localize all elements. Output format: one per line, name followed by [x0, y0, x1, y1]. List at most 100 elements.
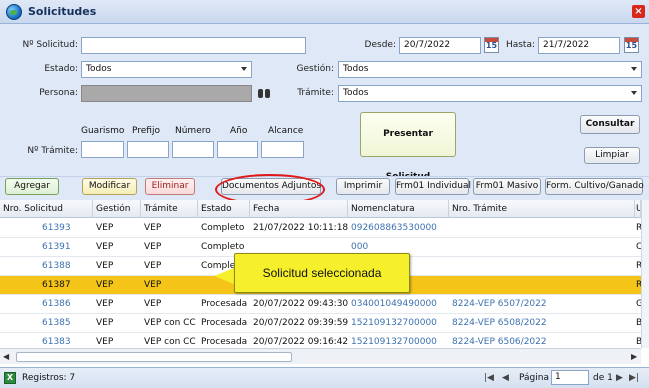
cell-nro-tramite: 8224-VEP 6507/2022	[452, 299, 547, 309]
imprimir-button[interactable]: Imprimir	[336, 178, 390, 195]
next-page-icon[interactable]: ▶	[616, 373, 623, 383]
col-header-nro-solicitud[interactable]: Nro. Solicitud	[0, 200, 93, 218]
cell-tramite: VEP	[144, 223, 162, 233]
agregar-button[interactable]: Agregar	[5, 178, 59, 195]
cell-tramite: VEP	[144, 299, 162, 309]
cell-nro-solicitud: 61391	[42, 242, 71, 252]
status-bar: X Registros: 7 |◀ ◀ Página 1 de 1 ▶ ▶|	[0, 367, 649, 388]
cell-fecha: 20/07/2022 09:43:30	[253, 299, 348, 309]
hasta-input[interactable]: 21/7/2022	[538, 37, 620, 54]
cell-tramite: VEP	[144, 242, 162, 252]
cell-tramite: VEP	[144, 280, 162, 290]
desde-label: Desde:	[364, 40, 396, 50]
nro-solicitud-label: Nº Solicitud:	[22, 40, 78, 50]
persona-input	[81, 85, 252, 102]
col-header-estado[interactable]: Estado	[198, 200, 250, 218]
chevron-down-icon	[241, 67, 247, 71]
alcance-input[interactable]	[261, 141, 304, 158]
cell-fecha: 20/07/2022 09:39:59	[253, 318, 348, 328]
eliminar-button[interactable]: Eliminar	[145, 178, 195, 195]
table-row[interactable]: 61386 VEP VEP Procesada 20/07/2022 09:43:30 0…	[0, 295, 641, 314]
cell-gestion: VEP	[96, 223, 114, 233]
cell-gestion: VEP	[96, 299, 114, 309]
modificar-button[interactable]: Modificar	[82, 178, 137, 195]
estado-label: Estado:	[44, 64, 78, 74]
anio-input[interactable]	[217, 141, 258, 158]
tramite-select[interactable]: Todos	[338, 85, 642, 102]
col-header-nomenclatura[interactable]: Nomenclatura	[348, 200, 449, 218]
scroll-right-icon[interactable]: ▶	[631, 352, 637, 361]
frm01-masivo-button[interactable]: Frm01 Masivo	[473, 178, 541, 195]
persona-label: Persona:	[39, 88, 78, 98]
gestion-label: Gestión:	[296, 64, 334, 74]
first-page-icon[interactable]: |◀	[484, 373, 494, 383]
estado-select[interactable]: Todos	[81, 61, 252, 78]
col-header-nro-tramite[interactable]: Nro. Trámite	[449, 200, 635, 218]
cell-nro-solicitud: 61387	[42, 280, 71, 290]
limpiar-button[interactable]: Limpiar	[584, 147, 640, 164]
cell-estado: Procesada	[201, 318, 248, 328]
gestion-select[interactable]: Todos	[338, 61, 642, 78]
cell-nro-tramite	[449, 276, 635, 295]
alcance-label: Alcance	[268, 126, 304, 136]
tooltip-arrow	[214, 268, 234, 284]
numero-input[interactable]	[172, 141, 214, 158]
table-row[interactable]: 61385 VEP VEP con CC Procesada 20/07/2022 09…	[0, 314, 641, 333]
cell-tramite: VEP	[144, 261, 162, 271]
nro-solicitud-input[interactable]	[81, 37, 306, 54]
excel-export-icon[interactable]: X	[4, 372, 16, 384]
tramite-label: Trámite:	[297, 88, 334, 98]
scroll-left-icon[interactable]: ◀	[3, 352, 9, 361]
page-number-input[interactable]: 1	[551, 370, 589, 385]
total-pages-label: de 1	[593, 373, 613, 383]
cell-gestion: VEP	[96, 318, 114, 328]
col-header-fecha[interactable]: Fecha	[250, 200, 348, 218]
cell-fecha: 21/07/2022 10:11:18	[253, 223, 348, 233]
cell-nro-tramite	[449, 257, 635, 276]
prev-page-icon[interactable]: ◀	[502, 373, 509, 383]
selection-tooltip: Solicitud seleccionada	[234, 253, 410, 293]
cell-nro-solicitud: 61393	[42, 223, 71, 233]
numero-label: Número	[175, 126, 211, 136]
cell-nro-tramite: 8224-VEP 6508/2022	[452, 318, 547, 328]
cell-gestion: VEP	[96, 261, 114, 271]
frm01-individual-button[interactable]: Frm01 Individual	[395, 178, 471, 195]
cell-nro-solicitud: 61385	[42, 318, 71, 328]
binoculars-icon[interactable]	[258, 86, 271, 99]
window-title: Solicitudes	[28, 5, 97, 18]
registros-count: Registros: 7	[22, 373, 76, 383]
horizontal-scroll-thumb[interactable]	[16, 352, 292, 362]
cell-nomenclatura: 092608863530000	[351, 223, 437, 233]
desde-input[interactable]: 20/7/2022	[399, 37, 481, 54]
chevron-down-icon	[631, 91, 637, 95]
cell-nomenclatura: 152109132700000	[351, 318, 437, 328]
guarismo-label: Guarismo	[81, 126, 125, 136]
cell-gestion: VEP	[96, 242, 114, 252]
consultar-button[interactable]: Consultar	[580, 115, 640, 134]
prefijo-label: Prefijo	[132, 126, 160, 136]
desde-calendar-icon[interactable]: 15	[484, 37, 499, 53]
cell-nro-tramite	[449, 238, 635, 257]
guarismo-input[interactable]	[81, 141, 124, 158]
gestion-select-value: Todos	[343, 64, 369, 74]
last-page-icon[interactable]: ▶|	[629, 373, 639, 383]
cell-nro-solicitud: 61386	[42, 299, 71, 309]
horizontal-scrollbar[interactable]: ◀ ▶	[0, 348, 641, 364]
col-header-tramite[interactable]: Trámite	[141, 200, 198, 218]
prefijo-input[interactable]	[127, 141, 169, 158]
hasta-calendar-icon[interactable]: 15	[624, 37, 639, 53]
tramite-select-value: Todos	[343, 88, 369, 98]
close-icon[interactable]: ×	[632, 5, 645, 18]
cell-estado: Completo	[201, 223, 245, 233]
cell-gestion: VEP	[96, 280, 114, 290]
vertical-scrollbar[interactable]	[641, 200, 649, 348]
estado-select-value: Todos	[86, 64, 112, 74]
table-row[interactable]: 61393 VEP VEP Completo 21/07/2022 10:11:18 09…	[0, 219, 641, 238]
chevron-down-icon	[631, 67, 637, 71]
cell-nomenclatura: 034001049490000	[351, 299, 437, 309]
cell-nro-solicitud: 61388	[42, 261, 71, 271]
form-cultivo-ganado-button[interactable]: Form. Cultivo/Ganado	[545, 178, 644, 195]
cell-nro-tramite	[449, 219, 635, 238]
presentar-solicitud-button[interactable]: Presentar Solicitud	[360, 112, 456, 182]
col-header-gestion[interactable]: Gestión	[93, 200, 141, 218]
